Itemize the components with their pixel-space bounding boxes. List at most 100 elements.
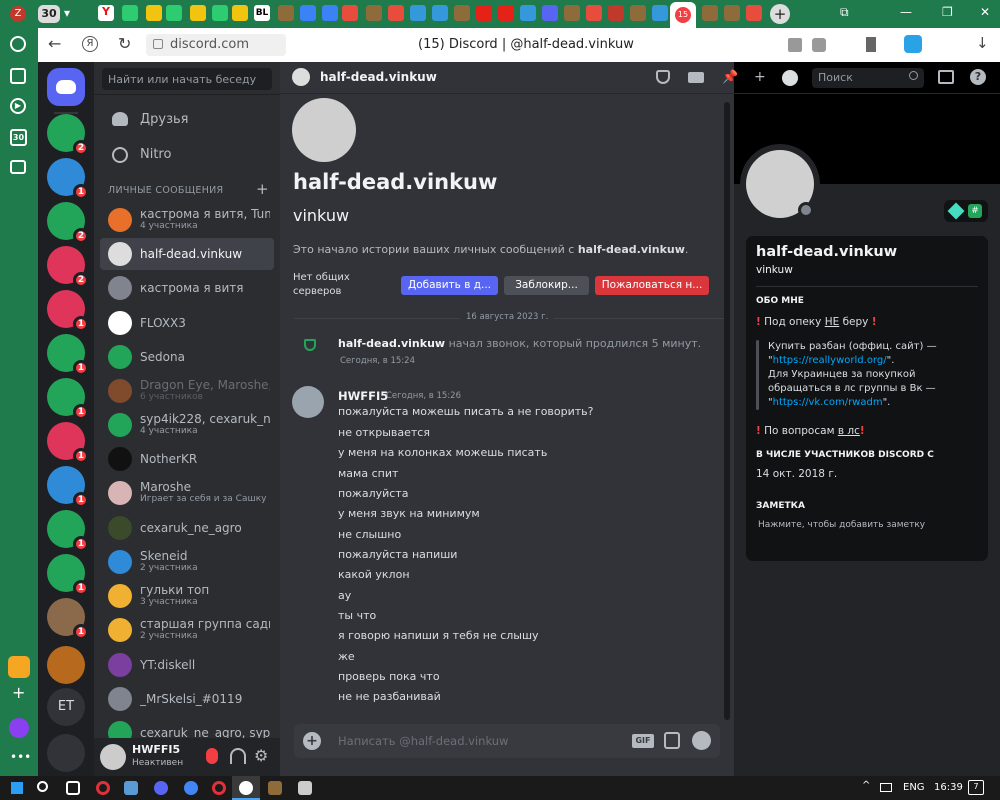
dm-item-selected[interactable]: half-dead.vinkuw: [100, 238, 274, 270]
tab-green-3[interactable]: [212, 5, 228, 21]
dm-item[interactable]: Maroshe Играет за себя и за Сашку: [100, 477, 274, 509]
tab-drive-2[interactable]: [190, 5, 206, 21]
dm-item[interactable]: Skeneid 2 участника: [100, 546, 274, 578]
group-dm-3[interactable]: 2: [47, 202, 89, 244]
language-indicator[interactable]: ENG: [903, 782, 925, 793]
downloads-icon[interactable]: ↓: [976, 34, 989, 52]
translate-icon[interactable]: [788, 38, 802, 52]
tab-youtube-2[interactable]: [498, 5, 514, 21]
hypesquad-icon[interactable]: [947, 202, 965, 220]
tab-c[interactable]: [608, 5, 624, 21]
taskbar-opera-gx-icon[interactable]: [212, 781, 226, 795]
taskbar-chrome-icon[interactable]: [184, 781, 198, 795]
tab-game-3[interactable]: [454, 5, 470, 21]
call-icon[interactable]: [656, 70, 670, 84]
add-friend-icon[interactable]: +: [754, 69, 766, 85]
back-icon[interactable]: ←: [48, 34, 61, 53]
dm-item[interactable]: Dragon Eye, Maroshe, ...6 участников: [100, 375, 274, 407]
dm-item[interactable]: _MrSkelsi_#0119: [100, 683, 274, 715]
tab-discord-active[interactable]: 15: [670, 2, 696, 28]
play-icon[interactable]: ▶: [10, 98, 26, 114]
tab-green-2[interactable]: [166, 5, 182, 21]
taskbar-tasks-icon[interactable]: [66, 781, 80, 795]
group-dm-7[interactable]: 1: [47, 378, 89, 420]
inbox-icon[interactable]: [938, 70, 954, 84]
tray-network-icon[interactable]: [880, 783, 892, 792]
note-input[interactable]: Нажмите, чтобы добавить заметку: [758, 520, 925, 530]
close-icon[interactable]: ✕: [980, 5, 990, 19]
tab-bl[interactable]: BL: [254, 5, 270, 21]
windows-start-icon[interactable]: [11, 782, 23, 794]
gif-icon[interactable]: GIF: [632, 734, 654, 748]
reallyworld-link[interactable]: https://reallyworld.org/: [773, 355, 887, 366]
new-tab-button[interactable]: +: [770, 4, 790, 24]
alice-icon[interactable]: [9, 718, 29, 738]
taskbar-computer-icon[interactable]: [124, 781, 138, 795]
tab-ya-4[interactable]: [746, 5, 762, 21]
video-icon[interactable]: [688, 72, 704, 83]
settings-gear-icon[interactable]: ⚙: [254, 746, 268, 765]
mute-mic-icon[interactable]: [206, 748, 218, 764]
server-avatar-game[interactable]: [47, 646, 85, 684]
tab-f-1[interactable]: [300, 5, 316, 21]
nav-nitro[interactable]: Nitro: [100, 140, 274, 170]
group-dm-2[interactable]: 1: [47, 158, 89, 200]
tab-drive-1[interactable]: [146, 5, 162, 21]
attach-plus-icon[interactable]: +: [303, 732, 321, 750]
yandex-icon[interactable]: Я: [82, 36, 98, 52]
header-search-input[interactable]: Поиск: [812, 68, 924, 88]
user-avatar[interactable]: [100, 744, 126, 770]
taskbar-notepad-icon[interactable]: [298, 781, 312, 795]
add-panel-icon[interactable]: +: [12, 683, 25, 702]
hashtag-badge-icon[interactable]: #: [968, 204, 982, 218]
server-et[interactable]: ET: [47, 688, 85, 726]
group-dm-1[interactable]: 2: [47, 114, 89, 156]
tab-f-2[interactable]: [322, 5, 338, 21]
history-icon[interactable]: [10, 36, 26, 52]
screenshot-icon[interactable]: [904, 35, 922, 53]
tab-game-5[interactable]: [630, 5, 646, 21]
tab-game-2[interactable]: [366, 5, 382, 21]
dm-item[interactable]: syp4ik228, cexaruk_n... 4 участника: [100, 409, 274, 441]
dm-item[interactable]: NotherKR: [100, 443, 274, 475]
tab-green-1[interactable]: [122, 5, 138, 21]
report-button[interactable]: Пожаловаться н...: [595, 276, 709, 295]
dm-item[interactable]: кастрома я витя: [100, 272, 274, 304]
server-bottom[interactable]: [47, 734, 85, 772]
dm-search-input[interactable]: Найти или начать беседу: [102, 68, 272, 90]
tab-game-4[interactable]: [564, 5, 580, 21]
dm-item[interactable]: гульки топ 3 участника: [100, 580, 274, 612]
block-button[interactable]: Заблокир...: [504, 276, 589, 295]
dm-item[interactable]: кастрома я витя, Tum...4 участника: [100, 204, 274, 236]
vk-link[interactable]: https://vk.com/rwadm: [773, 397, 883, 408]
group-dm-4[interactable]: 2: [47, 246, 89, 288]
tab-drive-3[interactable]: [232, 5, 248, 21]
maximize-icon[interactable]: ❐: [942, 5, 953, 19]
dm-item[interactable]: cexaruk_ne_agro: [100, 512, 274, 544]
notification-icon[interactable]: 7: [968, 780, 984, 795]
extensions-icon[interactable]: [812, 38, 826, 52]
chat-scrollbar[interactable]: [724, 102, 730, 720]
tab-counter[interactable]: 30: [38, 5, 60, 23]
profile-avatar-ring[interactable]: [740, 144, 820, 224]
group-dm-11[interactable]: 1: [47, 554, 89, 596]
clock[interactable]: 16:39: [934, 782, 963, 793]
profile-avatar[interactable]: Z: [10, 6, 26, 22]
dm-item[interactable]: старшая группа сади...2 участника: [100, 614, 274, 646]
message-input[interactable]: Написать @half-dead.vinkuw: [338, 734, 538, 748]
taskbar-yandex-active[interactable]: [232, 776, 260, 800]
taskbar-opera-icon[interactable]: [96, 781, 110, 795]
dm-item[interactable]: Sedona: [100, 341, 274, 373]
tab-ya-3[interactable]: [586, 5, 602, 21]
taskbar-search-icon[interactable]: [37, 781, 48, 792]
sticker-icon[interactable]: [664, 732, 680, 749]
reload-icon[interactable]: ↻: [118, 34, 131, 53]
taskbar-minecraft-icon[interactable]: [268, 781, 282, 795]
author-avatar[interactable]: [292, 386, 324, 418]
collections-icon[interactable]: ⧉: [840, 5, 849, 20]
nav-friends[interactable]: Друзья: [100, 105, 274, 135]
tab-ya-1[interactable]: [342, 5, 358, 21]
tab-yandex[interactable]: Y: [98, 5, 114, 21]
tab-chat-1[interactable]: [410, 5, 426, 21]
add-friend-button[interactable]: Добавить в д...: [401, 276, 498, 295]
